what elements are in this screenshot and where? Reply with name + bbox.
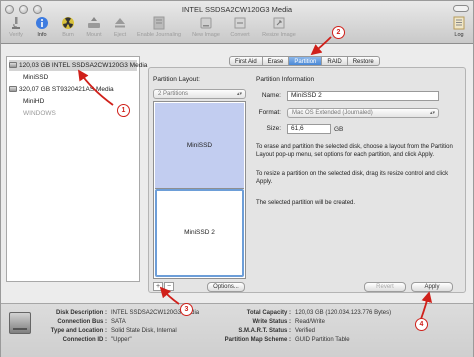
annotation-badge-2: 2	[332, 26, 345, 39]
annotation-arrow-4	[420, 291, 433, 320]
annotation-arrows	[78, 36, 433, 320]
annotation-badge-3: 3	[180, 303, 193, 316]
disk-utility-window: INTEL SSDSA2CW120G3 Media Verify Info Bu…	[0, 0, 474, 357]
annotation-badge-4: 4	[415, 318, 428, 331]
annotation-arrow-2	[310, 36, 332, 56]
annotation-badge-1: 1	[117, 104, 130, 117]
annotation-arrow-3	[159, 286, 180, 305]
annotation-arrow-1	[78, 69, 114, 106]
